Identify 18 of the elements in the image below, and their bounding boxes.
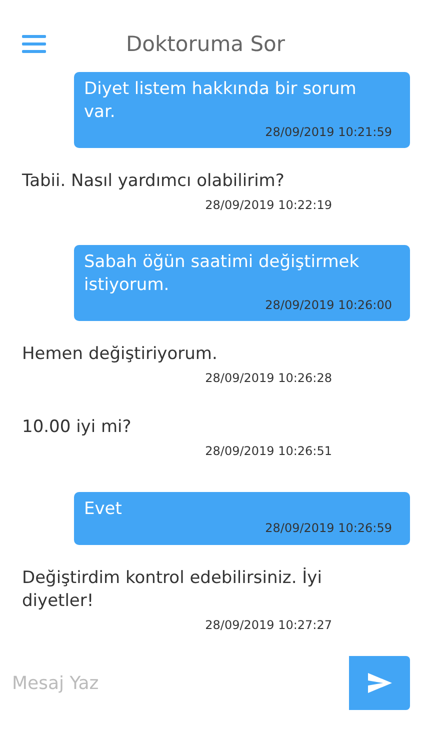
message-text: Tabii. Nasıl yardımcı olabilirim? [22,170,286,193]
message-text: Sabah öğün saatimi değiştirmek istiyorum. [84,251,360,298]
screen-title: Doktoruma Sor [126,34,286,54]
menu-icon[interactable] [22,35,46,53]
message-text: Diyet listem hakkında bir sorum var. [84,78,358,124]
message-text: Hemen değiştiriyorum. [22,343,218,366]
message-text: 10.00 iyi mi? [22,416,132,440]
message-time: 28/09/2019 10:26:51 [204,443,332,460]
message-text: Değiştirdim kontrol edebilirsiniz. İyi diyetler! [22,566,323,612]
message-time: 28/09/2019 10:22:19 [204,197,332,214]
message-time: 28/09/2019 10:26:59 [264,520,392,537]
message-time: 28/09/2019 10:26:28 [204,370,332,386]
message-text: Evet [84,498,123,520]
message-time: 28/09/2019 10:27:27 [204,616,332,633]
send-icon [368,673,392,693]
message-time: 28/09/2019 10:26:00 [264,297,392,314]
message-time: 28/09/2019 10:21:59 [264,124,392,140]
send-button[interactable] [349,656,410,710]
